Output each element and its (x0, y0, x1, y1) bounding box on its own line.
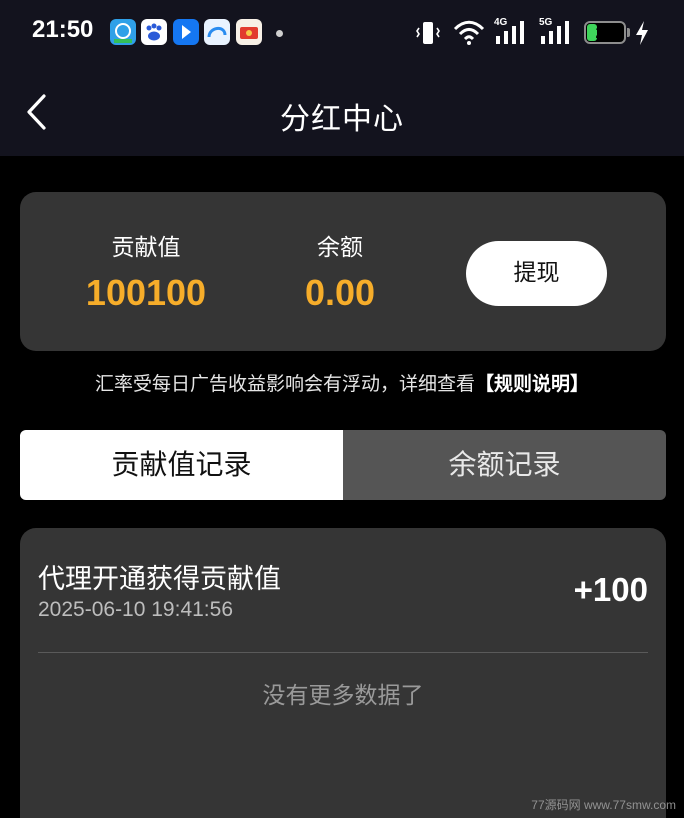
page-title: 分红中心 (280, 102, 404, 137)
tab-contribution-records[interactable]: 贡献值记录 (20, 430, 343, 500)
rule-link[interactable]: 【规则说明】 (475, 373, 589, 395)
divider (38, 652, 648, 653)
record-title: 代理开通获得贡献值 (38, 564, 281, 595)
battery-nub (627, 28, 630, 37)
baidu-icon (141, 19, 167, 45)
battery-indicator: 25 (584, 21, 626, 44)
nav-bar: 分红中心 (0, 68, 684, 156)
contribution-value: 100100 (85, 272, 207, 313)
watermark: 77源码网 www.77smw.com (531, 798, 676, 812)
tab-balance-records[interactable]: 余额记录 (343, 430, 666, 500)
signal-icon (494, 18, 530, 52)
bluebird-icon (173, 19, 199, 45)
record-amount: +100 (573, 571, 648, 608)
withdraw-button[interactable]: 提现 (466, 241, 607, 306)
record-time: 2025-06-10 19:41:56 (38, 598, 233, 621)
red-app-icon (236, 19, 262, 45)
summary-card: 贡献值 100100 余额 0.00 提现 (20, 192, 666, 351)
vibrate-icon (414, 18, 442, 52)
balance-value: 0.00 (304, 272, 376, 313)
record-tabs: 贡献值记录 余额记录 (20, 430, 666, 500)
notification-dot (276, 30, 283, 37)
rule-note: 汇率受每日广告收益影响会有浮动，详细查看【规则说明】 (0, 369, 684, 396)
rule-note-text: 汇率受每日广告收益影响会有浮动，详细查看 (94, 373, 475, 395)
app-icon-green (110, 19, 136, 45)
battery-level: 25 (595, 23, 615, 42)
record-list: 代理开通获得贡献值 2025-06-10 19:41:56 +100 没有更多数… (20, 528, 666, 818)
contribution-label: 贡献值 (111, 235, 181, 261)
signal-icon (539, 18, 575, 52)
browser-icon (204, 19, 230, 45)
wifi-icon (452, 18, 486, 52)
charging-icon (633, 20, 651, 50)
balance-label: 余额 (317, 235, 363, 261)
list-end-text: 没有更多数据了 (262, 683, 424, 709)
dividend-center-page: 21:50 4G 5G 25 分红中心 贡献值 100100 余额 0.00 提… (0, 0, 684, 818)
status-time: 21:50 (32, 16, 94, 43)
status-bar: 21:50 4G 5G 25 (0, 0, 684, 68)
